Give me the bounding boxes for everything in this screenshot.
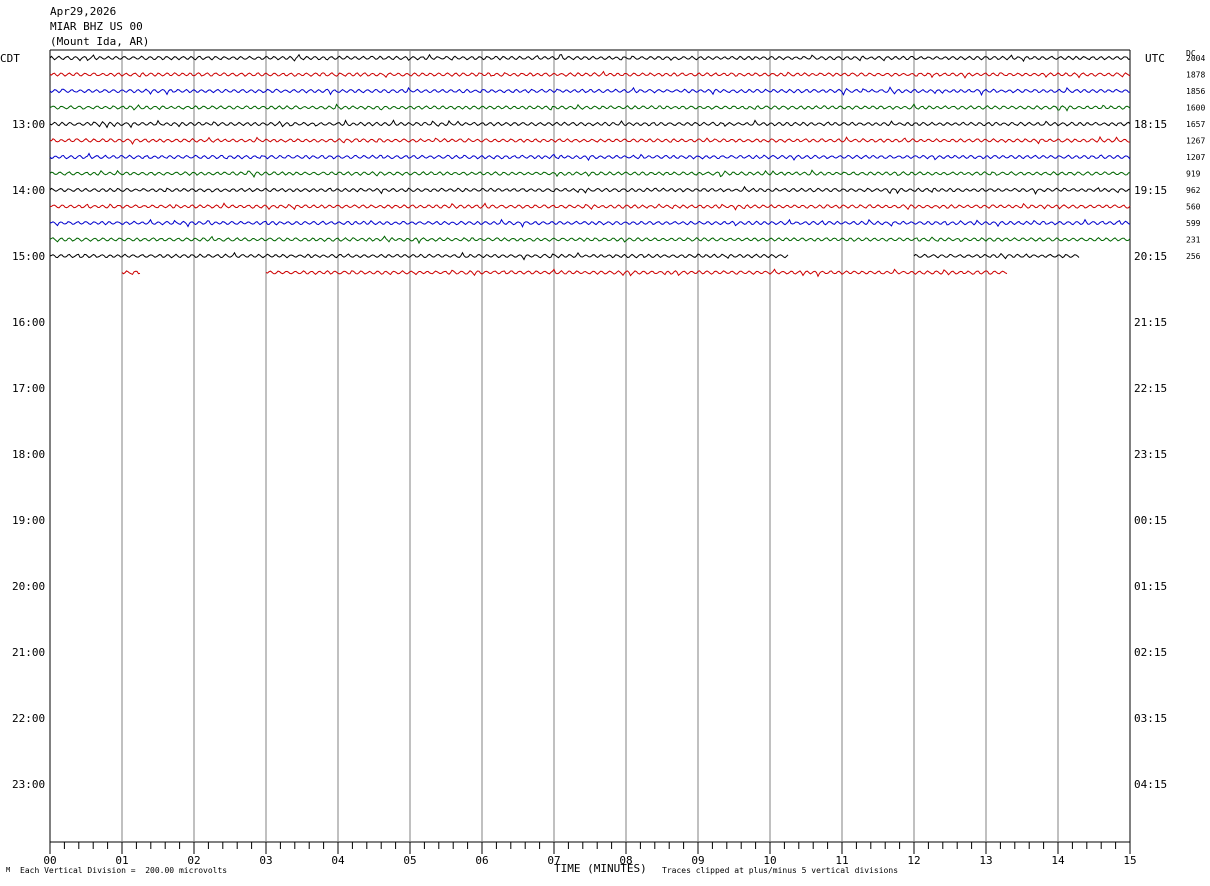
seismic-trace-row-11 — [49, 235, 1131, 245]
dc-offset-label: 231 — [1186, 236, 1201, 245]
left-hour-label: 23:00 — [12, 778, 45, 791]
clip-note: Traces clipped at plus/minus 5 vertical … — [662, 866, 899, 875]
seismic-trace-row-12 — [913, 252, 1080, 260]
dc-offset-label: 1207 — [1186, 153, 1205, 162]
left-hour-label: CDT — [0, 52, 20, 65]
x-tick-label: 03 — [259, 854, 272, 867]
left-hour-label: 15:00 — [12, 250, 45, 263]
dc-offset-label: 1856 — [1186, 87, 1205, 96]
left-hour-label: 20:00 — [12, 580, 45, 593]
right-hour-label: 22:15 — [1134, 382, 1167, 395]
left-hour-label: 13:00 — [12, 118, 45, 131]
x-tick-label: 04 — [331, 854, 345, 867]
right-hour-label: 21:15 — [1134, 316, 1167, 329]
seismic-trace-row-1 — [49, 70, 1131, 79]
right-hour-label: 02:15 — [1134, 646, 1167, 659]
seismic-trace-row-10 — [49, 218, 1131, 229]
dc-offset-label: 919 — [1186, 170, 1201, 179]
x-axis-label: TIME (MINUTES) — [554, 862, 647, 875]
right-hour-label: 04:15 — [1134, 778, 1167, 791]
left-hour-label: 18:00 — [12, 448, 45, 461]
right-hour-label: 18:15 — [1134, 118, 1167, 131]
helicorder-plot: 00 01 02 03 04 05 06 07 08 09 10 11 12 13 14 15CDT13:00… — [0, 49, 1205, 867]
dc-offset-label: 1878 — [1186, 71, 1205, 80]
dc-offset-label: 560 — [1186, 203, 1201, 212]
seismic-trace-row-3 — [49, 103, 1131, 112]
left-hour-label: 16:00 — [12, 316, 45, 329]
seismic-trace-row-13 — [121, 270, 141, 276]
dc-offset-label: 1600 — [1186, 104, 1205, 113]
seismic-trace-row-9 — [49, 202, 1131, 211]
x-tick-label: 13 — [979, 854, 992, 867]
right-hour-label: 19:15 — [1134, 184, 1167, 197]
corner-mark: M — [6, 866, 11, 874]
right-hour-label: 20:15 — [1134, 250, 1167, 263]
x-tick-label: 12 — [907, 854, 920, 867]
seismic-trace-row-0 — [49, 53, 1131, 63]
x-tick-label: 15 — [1123, 854, 1136, 867]
left-hour-label: 19:00 — [12, 514, 45, 527]
left-hour-label: 17:00 — [12, 382, 45, 395]
seismic-trace-row-12 — [49, 251, 789, 261]
right-hour-label: 03:15 — [1134, 712, 1167, 725]
right-hour-label: 23:15 — [1134, 448, 1167, 461]
x-tick-label: 14 — [1051, 854, 1065, 867]
dc-offset-label: 1267 — [1186, 137, 1205, 146]
left-hour-label: 22:00 — [12, 712, 45, 725]
x-tick-label: 06 — [475, 854, 488, 867]
right-hour-label: 00:15 — [1134, 514, 1167, 527]
dc-offset-label: 2004 — [1186, 54, 1205, 63]
left-hour-label: 14:00 — [12, 184, 45, 197]
seismic-trace-row-8 — [49, 185, 1131, 195]
right-hour-label: 01:15 — [1134, 580, 1167, 593]
seismic-trace-row-5 — [49, 135, 1131, 146]
dc-offset-label: 1657 — [1186, 120, 1205, 129]
seismic-trace-row-13 — [265, 268, 1008, 278]
seismic-trace-row-7 — [49, 169, 1131, 178]
dc-offset-label: 256 — [1186, 252, 1201, 261]
right-hour-label: UTC — [1145, 52, 1165, 65]
seismic-trace-row-6 — [49, 152, 1131, 162]
seismic-trace-row-2 — [49, 86, 1131, 97]
dc-offset-label: 599 — [1186, 219, 1201, 228]
seismic-trace-row-4 — [49, 119, 1131, 129]
scale-note: Each Vertical Division = 200.00 microvol… — [20, 866, 228, 875]
x-tick-label: 05 — [403, 854, 416, 867]
left-hour-label: 21:00 — [12, 646, 45, 659]
dc-offset-label: 962 — [1186, 186, 1201, 195]
